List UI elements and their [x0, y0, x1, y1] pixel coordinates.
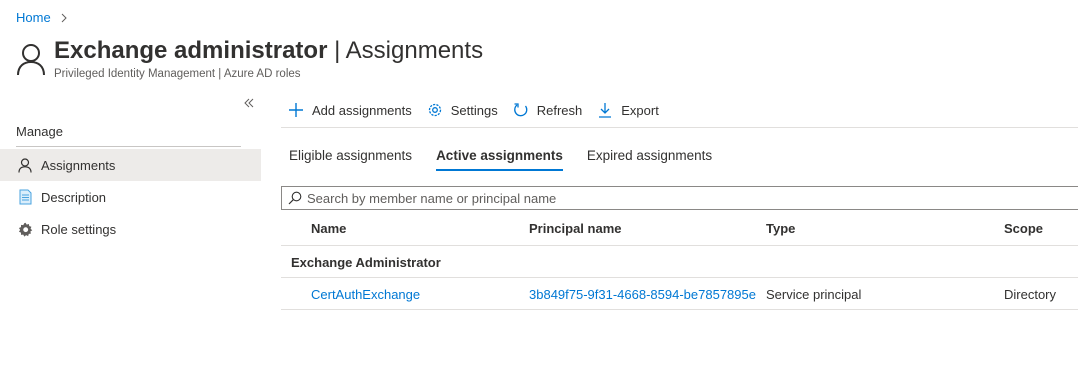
column-header-scope[interactable]: Scope [1004, 221, 1043, 236]
assignment-scope: Directory [1004, 287, 1057, 302]
export-button[interactable]: Export [597, 102, 659, 118]
command-bar: Add assignments Settings Refresh Export [288, 98, 674, 122]
sidebar-item-assignments[interactable]: Assignments [0, 149, 261, 181]
settings-label: Settings [450, 102, 498, 118]
sidebar-divider [16, 146, 241, 147]
table-group-divider [281, 277, 1078, 278]
gear-icon [17, 221, 33, 237]
sidebar-item-label: Description [41, 189, 107, 205]
tab-eligible-assignments[interactable]: Eligible assignments [289, 148, 412, 171]
sidebar-item-label: Assignments [41, 157, 116, 173]
add-assignments-label: Add assignments [312, 102, 412, 118]
export-label: Export [621, 102, 659, 118]
refresh-icon [513, 102, 529, 118]
breadcrumb: Home [16, 10, 69, 25]
assignment-type: Service principal [766, 287, 862, 302]
table-header-divider [281, 245, 1078, 246]
sidebar-item-label: Role settings [41, 221, 117, 237]
sidebar-item-description[interactable]: Description [0, 181, 261, 213]
tab-active-assignments[interactable]: Active assignments [436, 148, 563, 171]
command-bar-divider [281, 127, 1078, 128]
table-group-label: Exchange Administrator [291, 255, 441, 270]
tab-expired-assignments[interactable]: Expired assignments [587, 148, 712, 171]
refresh-label: Refresh [536, 102, 583, 118]
page-title: Exchange administrator | Assignments [54, 36, 483, 66]
table-row-divider [281, 309, 1078, 310]
page-title-role: Exchange administrator [54, 37, 328, 64]
page-title-section: Assignments [345, 37, 484, 64]
add-assignments-button[interactable]: Add assignments [288, 102, 412, 118]
collapse-sidebar-icon[interactable] [242, 96, 256, 110]
breadcrumb-home-link[interactable]: Home [16, 10, 51, 25]
search-box [281, 186, 1078, 210]
refresh-button[interactable]: Refresh [513, 102, 583, 118]
principal-name-link[interactable]: 3b849f75-9f31-4668-8594-be7857895e [529, 287, 756, 302]
column-header-name[interactable]: Name [311, 221, 346, 236]
page-subtitle: Privileged Identity Management | Azure A… [54, 68, 301, 80]
page-title-separator: | [334, 37, 341, 64]
search-input[interactable] [307, 190, 1007, 206]
sidebar-item-role-settings[interactable]: Role settings [0, 213, 261, 245]
assignment-tabs: Eligible assignments Active assignments … [289, 148, 736, 171]
download-icon [597, 102, 613, 118]
gear-icon [427, 102, 443, 118]
person-icon [17, 157, 33, 173]
settings-button[interactable]: Settings [427, 102, 498, 118]
chevron-right-icon [61, 13, 67, 22]
document-icon [17, 189, 33, 205]
column-header-type[interactable]: Type [766, 221, 795, 236]
plus-icon [288, 102, 304, 118]
person-icon [17, 44, 45, 76]
sidebar-section-label: Manage [16, 124, 63, 139]
assignment-name-link[interactable]: CertAuthExchange [311, 287, 420, 302]
search-icon [288, 191, 302, 205]
column-header-principal-name[interactable]: Principal name [529, 221, 621, 236]
